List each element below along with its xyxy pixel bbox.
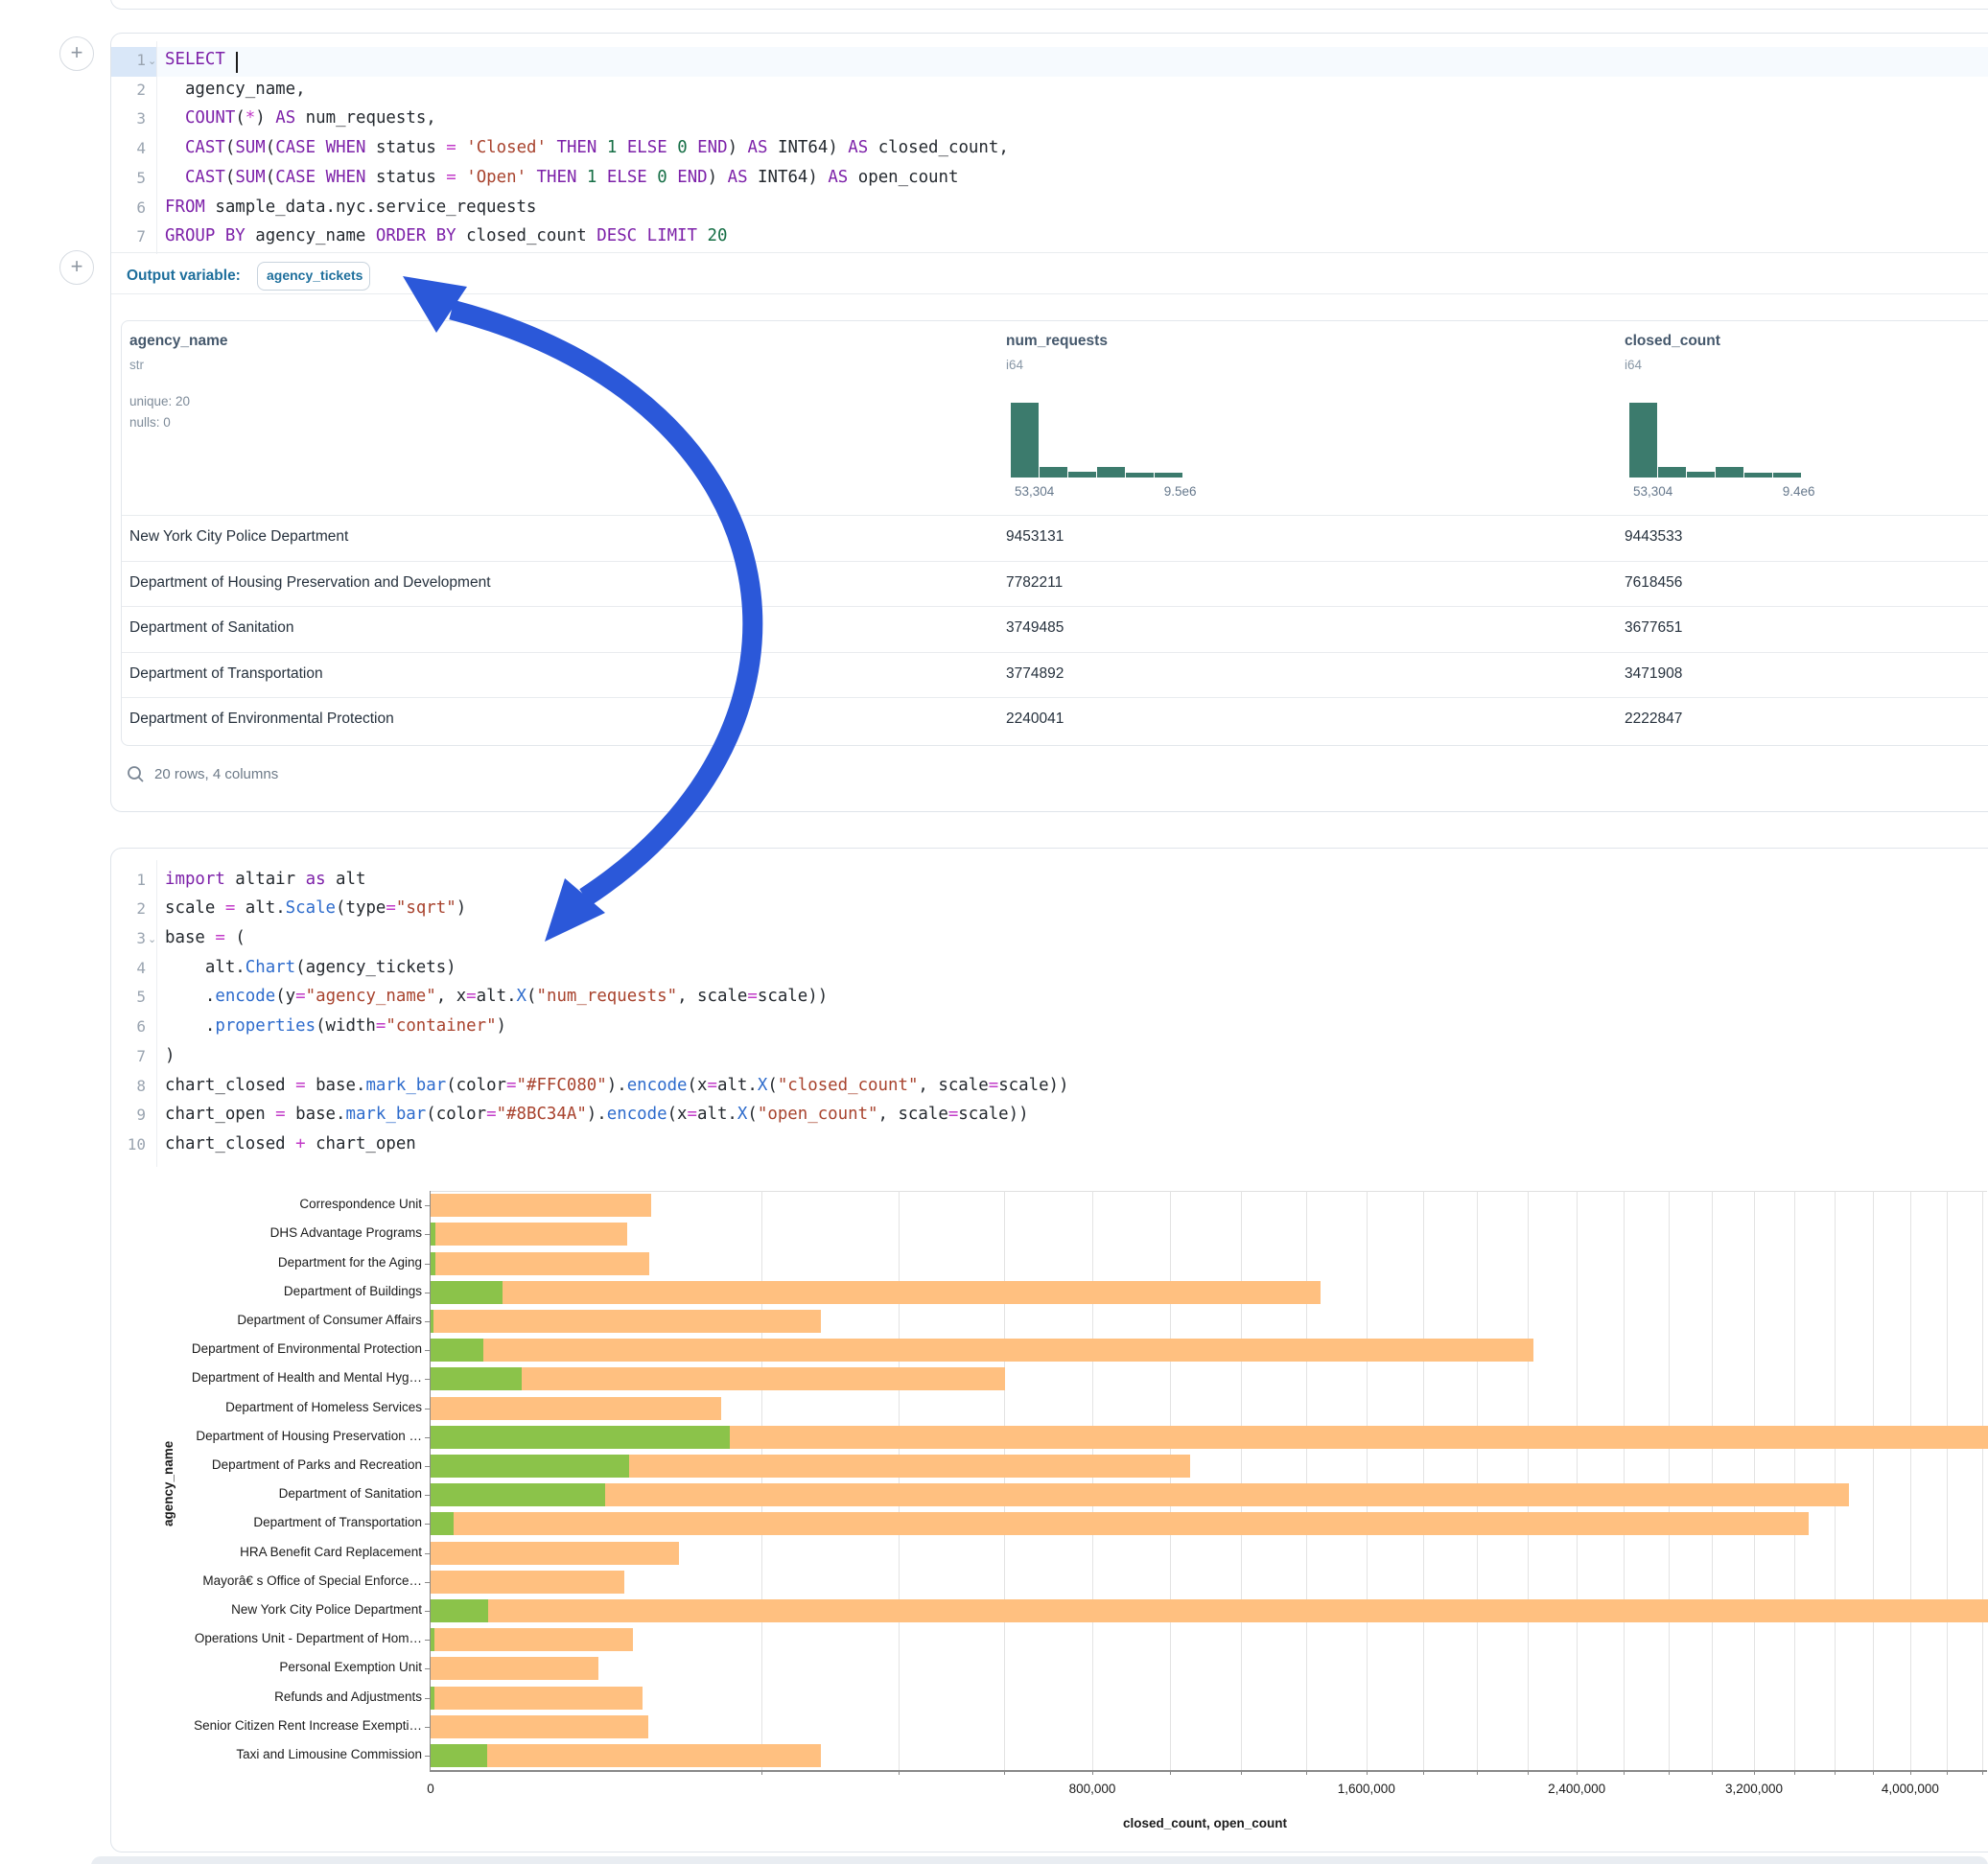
annotation-arrow: [0, 0, 1988, 1864]
notebook-page: + + 1⌄234567 SELECT agency_name, COUNT(*…: [0, 0, 1988, 1864]
next-cell-edge: [91, 1856, 1988, 1864]
